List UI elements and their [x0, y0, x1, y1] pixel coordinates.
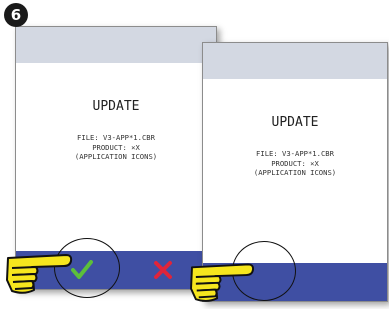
product-line: PRODUCT: ×X [271, 158, 319, 168]
step-number-badge: 6 [4, 3, 28, 27]
update-info: FILE: V3-APP*1.CBR PRODUCT: ×X (APPLICAT… [16, 133, 216, 162]
product-line: PRODUCT: ×X [92, 142, 140, 152]
icons-line: (APPLICATION ICONS) [253, 168, 337, 178]
cross-icon[interactable] [153, 260, 173, 280]
pointing-hand-icon [6, 254, 73, 294]
file-line: FILE: V3-APP*1.CBR [256, 149, 334, 158]
icons-line: (APPLICATION ICONS) [74, 152, 158, 162]
update-info: FILE: V3-APP*1.CBR PRODUCT: ×X (APPLICAT… [203, 149, 387, 178]
pointing-hand-icon [190, 263, 255, 302]
top-bar [203, 43, 387, 79]
file-line: FILE: V3-APP*1.CBR [77, 133, 155, 142]
top-bar [16, 27, 216, 63]
screen-title: UPDATE [92, 99, 140, 114]
screen-title: UPDATE [271, 115, 319, 130]
